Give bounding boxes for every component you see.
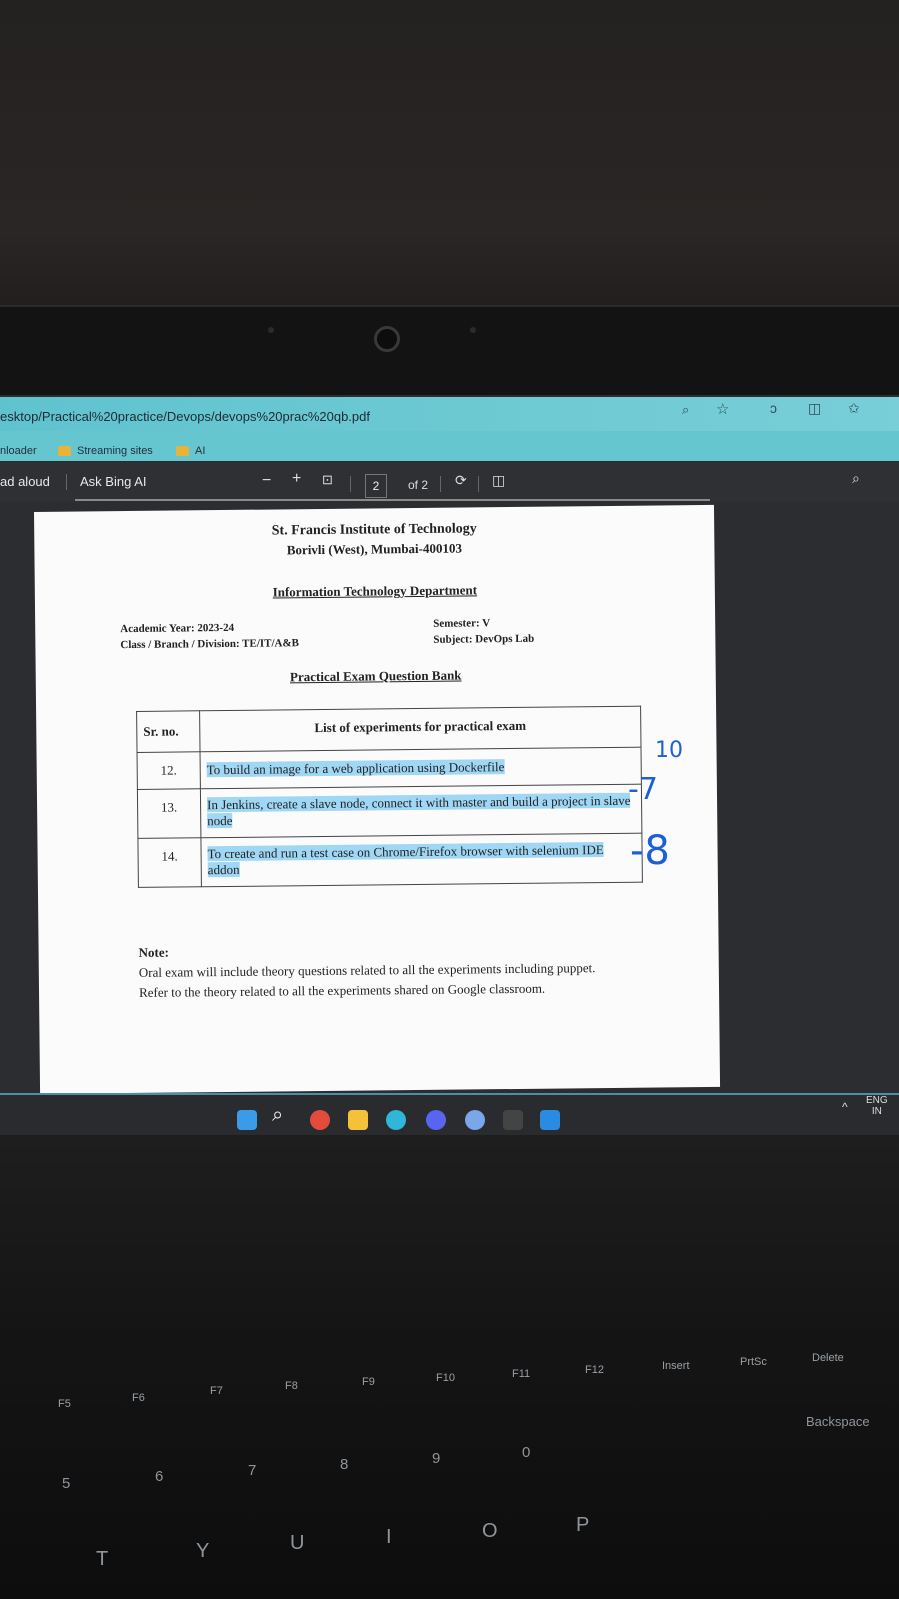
academic-year: Academic Year: 2023-24 <box>120 621 235 636</box>
rotate-icon[interactable]: ⟳ <box>455 472 467 489</box>
subject: Subject: DevOps Lab <box>433 632 535 646</box>
app-icon[interactable] <box>503 1110 523 1130</box>
handwritten-mark: -7 <box>628 772 658 807</box>
semester: Semester: V <box>433 617 491 630</box>
key-6: 6 <box>155 1468 164 1485</box>
split-screen-icon[interactable]: ◫ <box>808 400 821 417</box>
table-row: 14. To create and run a test case on Chr… <box>137 833 643 888</box>
divider <box>350 476 351 492</box>
institute-address: Borivli (West), Mumbai-400103 <box>286 540 463 558</box>
search-icon[interactable]: ⌕ <box>852 470 860 487</box>
row-text: In Jenkins, create a slave node, connect… <box>200 784 642 838</box>
ask-bing-button[interactable]: Ask Bing AI <box>80 474 146 489</box>
key-p: P <box>576 1514 590 1536</box>
edge-icon[interactable] <box>386 1110 406 1130</box>
handwritten-mark: 10 <box>655 738 683 763</box>
fav-item-ai[interactable]: AI <box>176 445 205 457</box>
vscode-icon[interactable] <box>540 1110 560 1130</box>
favorites-icon[interactable]: ✩ <box>848 400 860 417</box>
handwritten-mark: -8 <box>630 828 670 874</box>
background-wall <box>0 0 899 330</box>
key-u: U <box>290 1532 305 1554</box>
folder-icon <box>58 446 71 457</box>
key-9: 9 <box>432 1450 441 1467</box>
key-o: O <box>482 1520 498 1542</box>
chevron-up-icon[interactable]: ^ <box>842 1100 848 1114</box>
webcam-icon <box>374 326 400 352</box>
row-number: 13. <box>137 788 201 839</box>
key-f5: F5 <box>58 1398 71 1410</box>
key-i: I <box>386 1526 392 1548</box>
address-url[interactable]: esktop/Practical%20practice/Devops/devop… <box>0 409 370 424</box>
divider <box>66 474 67 490</box>
key-f10: F10 <box>436 1372 455 1384</box>
key-f12: F12 <box>585 1364 604 1376</box>
table-header-srno: Sr. no. <box>136 710 201 753</box>
key-f7: F7 <box>210 1385 223 1397</box>
key-f11: F11 <box>512 1368 531 1380</box>
page-count: of 2 <box>408 478 429 492</box>
search-icon[interactable]: ⌕ <box>272 1104 283 1127</box>
fav-item-streaming[interactable]: Streaming sites <box>58 445 153 457</box>
laptop-bezel <box>0 305 899 402</box>
note-text: Oral exam will include theory questions … <box>138 960 596 1000</box>
key-7: 7 <box>248 1462 257 1479</box>
page-view-icon[interactable]: ◫ <box>492 472 505 489</box>
divider <box>478 476 479 492</box>
class-branch: Class / Branch / Division: TE/IT/A&B <box>120 637 300 652</box>
row-text: To create and run a test case on Chrome/… <box>200 833 643 887</box>
key-8: 8 <box>340 1456 349 1473</box>
department: Information Technology Department <box>272 582 478 600</box>
zoom-out-button[interactable]: − <box>262 472 271 490</box>
sensor-dot <box>470 327 476 333</box>
key-prtsc: PrtSc <box>740 1356 767 1368</box>
language-indicator[interactable]: ENG IN <box>866 1095 888 1117</box>
page-number-input[interactable]: 2 <box>365 474 387 498</box>
key-backspace: Backspace <box>806 1414 870 1429</box>
taskbar <box>0 1093 899 1137</box>
table-row: 12. To build an image for a web applicat… <box>137 747 642 790</box>
table-row: 13. In Jenkins, create a slave node, con… <box>137 784 642 839</box>
read-aloud-button[interactable]: ad aloud <box>0 474 50 489</box>
key-delete: Delete <box>812 1352 844 1364</box>
zoom-in-button[interactable]: + <box>292 470 301 488</box>
sensor-dot <box>268 327 274 333</box>
folder-icon <box>176 446 189 457</box>
note-label: Note: <box>138 944 170 960</box>
key-t: T <box>96 1548 109 1570</box>
row-number: 14. <box>137 837 202 888</box>
key-f9: F9 <box>362 1376 375 1388</box>
document-title: Practical Exam Question Bank <box>289 667 462 685</box>
toolbar-underline <box>75 499 710 501</box>
row-text: To build an image for a web application … <box>200 747 642 789</box>
key-y: Y <box>196 1540 210 1562</box>
star-icon[interactable]: ☆ <box>716 400 729 418</box>
discord-icon[interactable] <box>426 1110 446 1130</box>
key-f8: F8 <box>285 1380 298 1392</box>
fit-page-icon[interactable]: ⊡ <box>322 472 333 488</box>
fav-item-downloader[interactable]: nloader <box>0 445 37 457</box>
experiments-table: Sr. no. List of experiments for practica… <box>136 706 643 888</box>
windows-start-icon[interactable] <box>237 1110 257 1130</box>
app-icon[interactable] <box>465 1110 485 1130</box>
key-5: 5 <box>62 1475 71 1492</box>
row-number: 12. <box>137 751 201 790</box>
key-insert: Insert <box>662 1360 690 1372</box>
file-explorer-icon[interactable] <box>348 1110 368 1130</box>
table-header: Sr. no. List of experiments for practica… <box>136 706 641 753</box>
chrome-icon[interactable] <box>310 1110 330 1130</box>
search-icon[interactable]: ⌕ <box>682 402 689 418</box>
pdf-page: St. Francis Institute of Technology Bori… <box>34 504 721 1094</box>
extension-icon[interactable]: ↄ <box>770 400 777 416</box>
key-0: 0 <box>522 1444 531 1461</box>
table-header-list: List of experiments for practical exam <box>199 706 641 752</box>
divider <box>440 476 441 492</box>
key-f6: F6 <box>132 1392 145 1404</box>
